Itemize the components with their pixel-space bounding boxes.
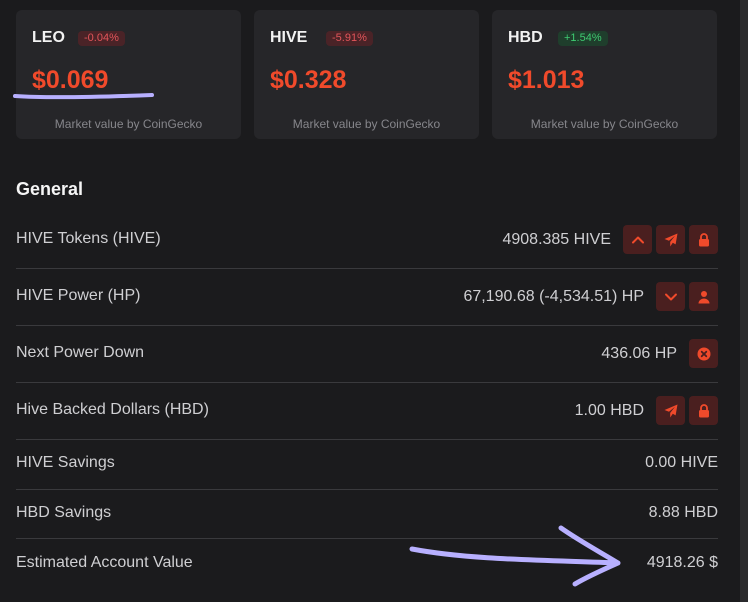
scrollbar[interactable]: [740, 0, 748, 602]
chevron-up-icon: [631, 236, 644, 243]
row-label: Estimated Account Value: [16, 554, 193, 571]
delegate-button[interactable]: [689, 282, 718, 311]
market-source: Market value by CoinGecko: [54, 117, 203, 131]
row-label: HIVE Tokens (HIVE): [16, 230, 161, 247]
token-price: $0.328: [270, 66, 347, 94]
wallet-row-estimated-value: Estimated Account Value 4918.26 $: [16, 539, 718, 589]
wallet-row-hbd-savings: HBD Savings 8.88 HBD: [16, 490, 718, 539]
row-value: 8.88 HBD: [648, 504, 718, 521]
chevron-down-icon: [664, 293, 677, 300]
market-source: Market value by CoinGecko: [530, 117, 679, 131]
row-right: 0.00 HIVE: [645, 454, 718, 472]
token-name: HBD: [508, 29, 543, 46]
wallet-row-hive-power: HIVE Power (HP) 67,190.68 (-4,534.51) HP: [16, 269, 718, 326]
price-change-badge: +1.54%: [558, 31, 608, 46]
token-name: HIVE: [270, 29, 308, 46]
row-value: 67,190.68 (-4,534.51) HP: [463, 287, 644, 305]
lock-icon: [698, 403, 709, 417]
cancel-power-down-button[interactable]: [689, 339, 718, 368]
user-icon: [698, 290, 709, 303]
send-icon: [664, 233, 677, 246]
row-label: HBD Savings: [16, 504, 112, 521]
wallet-row-hive-tokens: HIVE Tokens (HIVE) 4908.385 HIVE: [16, 212, 718, 269]
row-label: Next Power Down: [16, 344, 145, 361]
wallet-row-hbd: Hive Backed Dollars (HBD) 1.00 HBD: [16, 383, 718, 440]
savings-lock-button[interactable]: [689, 396, 718, 425]
lock-icon: [698, 232, 709, 246]
close-circle-icon: [697, 347, 710, 360]
row-right: 8.88 HBD: [649, 504, 718, 522]
row-value: 1.00 HBD: [574, 401, 644, 419]
row-label: Hive Backed Dollars (HBD): [16, 401, 209, 418]
row-value: 4918.26 $: [646, 554, 718, 571]
token-card-hive: HIVE -5.91% $0.328 Market value by CoinG…: [254, 10, 479, 139]
savings-lock-button[interactable]: [689, 225, 718, 254]
transfer-button[interactable]: [656, 225, 685, 254]
token-price: $0.069: [32, 66, 109, 94]
transfer-button[interactable]: [656, 396, 685, 425]
price-change-badge: -5.91%: [326, 31, 373, 46]
price-change-badge: -0.04%: [78, 31, 125, 46]
token-name: LEO: [32, 29, 65, 46]
row-right: 4908.385 HIVE: [502, 225, 718, 254]
row-right: 436.06 HP: [601, 339, 718, 368]
token-price: $1.013: [508, 66, 585, 94]
row-value: 436.06 HP: [601, 344, 677, 362]
row-right: 1.00 HBD: [575, 396, 718, 425]
wallet-row-hive-savings: HIVE Savings 0.00 HIVE: [16, 440, 718, 490]
wallet-row-next-power-down: Next Power Down 436.06 HP: [16, 326, 718, 383]
power-up-button[interactable]: [623, 225, 652, 254]
row-value: 0.00 HIVE: [645, 454, 718, 471]
row-right: 67,190.68 (-4,534.51) HP: [463, 282, 718, 311]
row-value: 4908.385 HIVE: [502, 230, 611, 248]
send-icon: [664, 404, 677, 417]
token-card-leo: LEO -0.04% $0.069 Market value by CoinGe…: [16, 10, 241, 139]
market-source: Market value by CoinGecko: [292, 117, 441, 131]
power-down-button[interactable]: [656, 282, 685, 311]
token-cards: LEO -0.04% $0.069 Market value by CoinGe…: [16, 10, 718, 139]
row-label: HIVE Power (HP): [16, 287, 141, 304]
section-title-general: General: [16, 179, 84, 199]
row-right: 4918.26 $: [647, 554, 718, 572]
token-card-hbd: HBD +1.54% $1.013 Market value by CoinGe…: [492, 10, 717, 139]
row-label: HIVE Savings: [16, 454, 115, 471]
